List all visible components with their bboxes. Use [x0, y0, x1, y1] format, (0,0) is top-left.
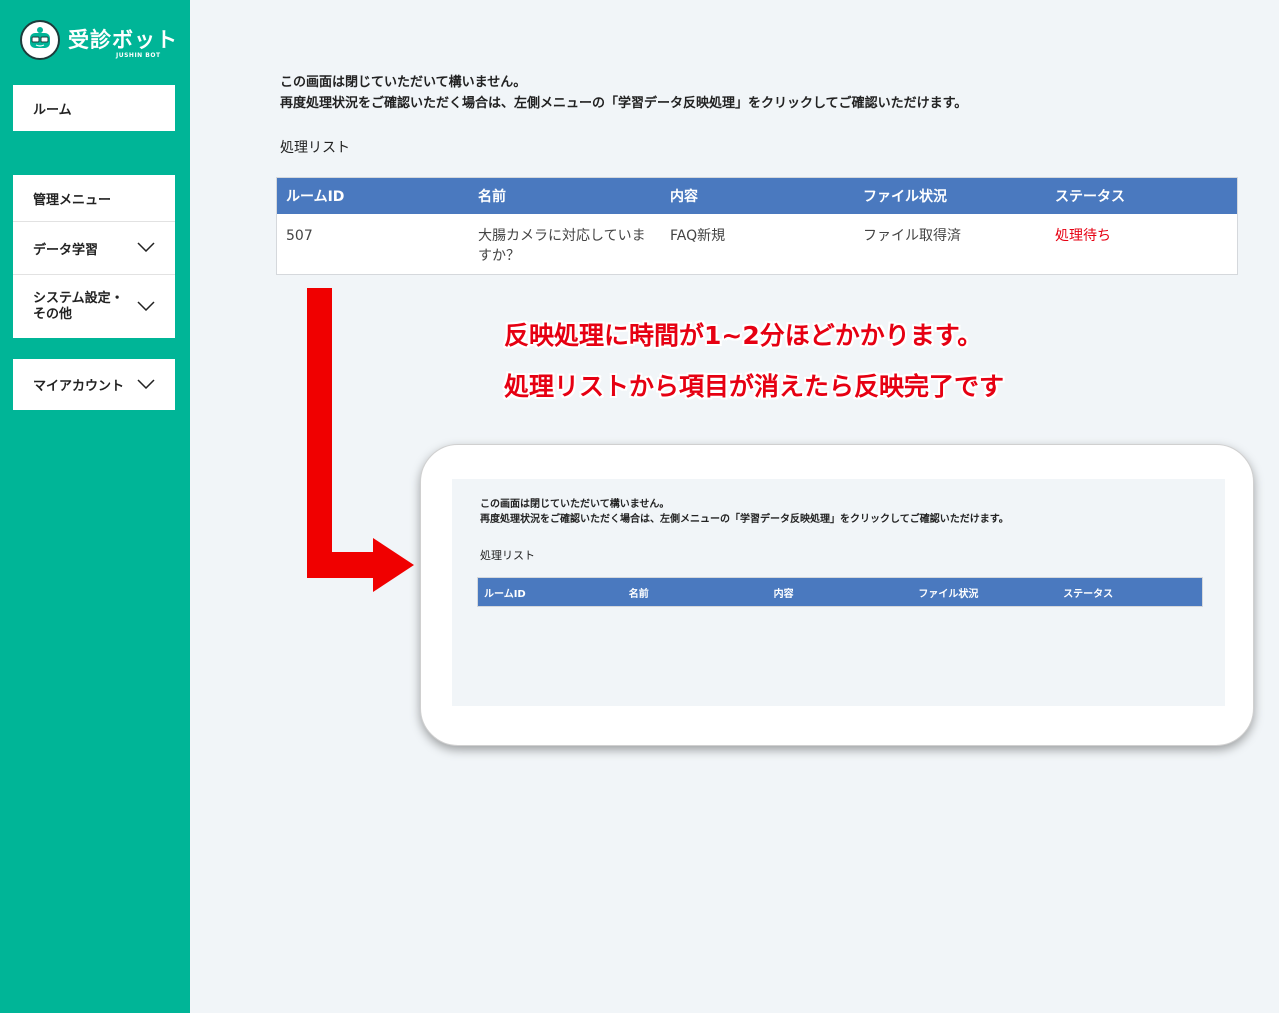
sidebar-item-label: マイアカウント — [33, 379, 125, 394]
preview-screen: この画面は閉じていただいて構いません。 再度処理状況をご確認いただく場合は、左側… — [452, 479, 1225, 706]
brand-subtitle: JUSHIN BOT — [116, 52, 161, 59]
chevron-down-icon — [137, 378, 155, 389]
preview-column-status: ステータス — [1063, 588, 1114, 600]
preview-list-title: 処理リスト — [480, 549, 535, 562]
sidebar-item-data-learning[interactable]: データ学習 — [13, 222, 175, 275]
preview-table-header: ルームID 名前 内容 ファイル状況 ステータス — [478, 578, 1202, 606]
annotation-line-2: 処理リストから項目が消えたら反映完了です — [504, 372, 1005, 401]
sidebar-item-room[interactable]: ルーム — [13, 85, 175, 131]
preview-column-file-status: ファイル状況 — [918, 588, 979, 600]
sidebar-item-label: 管理メニュー — [33, 192, 112, 208]
preview-notice: この画面は閉じていただいて構いません。 再度処理状況をご確認いただく場合は、左側… — [480, 497, 1009, 527]
annotation-line-1: 反映処理に時間が1~2分ほどかかります。 — [504, 321, 983, 350]
cell-status: 処理待ち — [1055, 228, 1111, 244]
room-card: ルーム — [13, 85, 175, 131]
preview-notice-line-2: 再度処理状況をご確認いただく場合は、左側メニューの「学習データ反映処理」をクリッ… — [480, 514, 1009, 525]
chevron-down-icon — [137, 300, 155, 311]
cell-file-status: ファイル取得済 — [863, 228, 961, 244]
preview-column-room-id: ルームID — [484, 588, 526, 600]
column-header-file-status: ファイル状況 — [863, 189, 947, 205]
brand-title: 受診ボット — [68, 28, 178, 52]
preview-column-name: 名前 — [628, 588, 649, 600]
column-header-status: ステータス — [1055, 189, 1125, 205]
jushin-bot-logo-icon — [20, 20, 60, 60]
sidebar-item-my-account[interactable]: マイアカウント — [13, 359, 175, 410]
column-header-content: 内容 — [670, 189, 698, 205]
column-header-name: 名前 — [478, 189, 506, 205]
cell-content: FAQ新規 — [670, 228, 726, 244]
sidebar-item-label: データ学習 — [33, 242, 99, 258]
chevron-down-icon — [137, 242, 155, 252]
cell-name: 大腸カメラに対応していますか？ — [478, 228, 646, 264]
my-account-card: マイアカウント — [13, 359, 175, 410]
sidebar-item-system-settings[interactable]: システム設定・その他 — [13, 275, 175, 338]
sidebar-item-label: システム設定・その他 — [33, 290, 124, 322]
sidebar-item-admin-menu[interactable]: 管理メニュー — [13, 175, 175, 222]
completed-state-preview: この画面は閉じていただいて構いません。 再度処理状況をご確認いただく場合は、左側… — [420, 444, 1254, 746]
sidebar-item-label: ルーム — [33, 102, 72, 118]
admin-menu-card: 管理メニュー データ学習 システム設定・その他 — [13, 175, 175, 338]
red-arrow-annotation — [307, 288, 414, 592]
sidebar: 受診ボット JUSHIN BOT ルーム 管理メニュー データ学習 システム設定… — [0, 0, 190, 1013]
main-content: この画面は閉じていただいて構いません。 再度処理状況をご確認いただく場合は、左側… — [190, 0, 1279, 1013]
preview-column-content: 内容 — [773, 588, 794, 600]
preview-notice-line-1: この画面は閉じていただいて構いません。 — [480, 499, 670, 510]
brand-logo[interactable]: 受診ボット JUSHIN BOT — [20, 18, 180, 64]
